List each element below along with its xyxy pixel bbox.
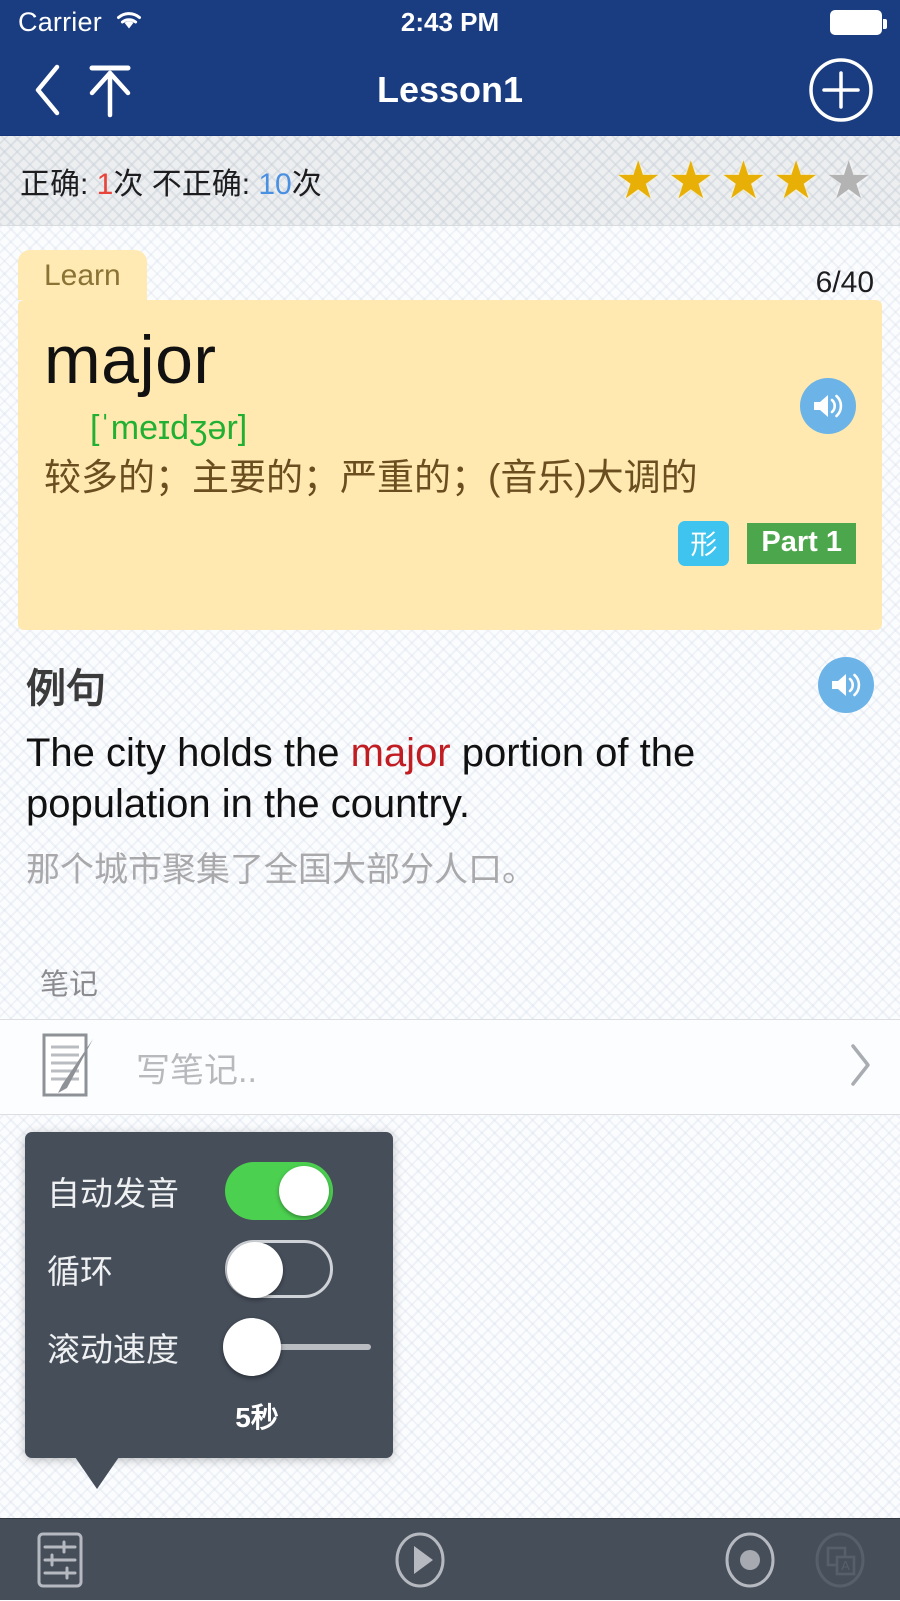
example-sentence-section: 例句 The city holds the major portion of t… — [0, 630, 900, 891]
setting-row-scroll-speed: 滚动速度 — [25, 1308, 393, 1386]
translate-card-icon: A — [815, 1532, 865, 1587]
loop-toggle[interactable] — [225, 1240, 333, 1298]
word-text: major — [44, 322, 217, 398]
back-button[interactable] — [22, 60, 74, 120]
play-circle-icon — [395, 1532, 445, 1587]
badge-group: 形 Part 1 — [44, 521, 856, 567]
example-header: 例句 — [26, 656, 874, 714]
example-speaker-button[interactable] — [818, 657, 874, 713]
card-header: Learn 6/40 — [18, 248, 882, 300]
example-sentence-translation: 那个城市聚集了全国大部分人口。 — [26, 851, 536, 890]
star-1[interactable]: ★ — [615, 155, 662, 207]
chevron-left-icon — [35, 64, 60, 115]
incorrect-unit: 次 — [291, 167, 322, 201]
correct-label: 正确: — [20, 167, 97, 201]
add-button[interactable] — [804, 53, 878, 127]
speaker-icon — [814, 394, 843, 418]
star-2[interactable]: ★ — [668, 155, 715, 207]
example-sentence-english: The city holds the major portion of the … — [26, 728, 874, 830]
word-speaker-button[interactable] — [800, 378, 856, 434]
sentence-part-before: The city holds the — [26, 731, 351, 775]
correct-unit: 次 — [113, 167, 152, 201]
status-bar: Carrier 2:43 PM — [0, 0, 900, 44]
toggle-knob — [279, 1166, 329, 1216]
accuracy-summary: 正确: 1次 不正确: 10次 — [20, 159, 322, 203]
scroll-speed-slider[interactable] — [223, 1318, 371, 1376]
star-3[interactable]: ★ — [720, 155, 767, 207]
play-button[interactable] — [390, 1519, 450, 1601]
example-title: 例句 — [26, 667, 106, 711]
tab-learn[interactable]: Learn — [18, 250, 147, 300]
slider-knob[interactable] — [223, 1318, 281, 1376]
word-card[interactable]: major [ˈmeɪdʒər] 较多的；主要的；严重的；(音乐)大调的 形 P… — [18, 300, 882, 630]
plus-circle-icon — [809, 57, 873, 122]
note-pencil-icon — [38, 1029, 100, 1106]
arrow-up-to-line-icon — [89, 65, 131, 117]
part-badge: Part 1 — [747, 523, 856, 565]
star-5[interactable]: ★ — [825, 155, 872, 207]
settings-button[interactable] — [0, 1519, 120, 1601]
word-card-section: Learn 6/40 major [ˈmeɪdʒər] 较多的；主要的；严重的；… — [0, 226, 900, 630]
part-of-speech-badge: 形 — [678, 521, 730, 567]
sliders-icon — [37, 1532, 83, 1587]
auto-pronounce-toggle[interactable] — [225, 1162, 333, 1220]
correct-count: 1 — [96, 167, 114, 201]
notes-input-row[interactable]: 写笔记.. — [0, 1019, 900, 1116]
loop-label: 循环 — [47, 1253, 113, 1290]
record-button[interactable] — [720, 1519, 780, 1601]
sentence-highlight-word: major — [350, 731, 451, 775]
notes-section-label: 笔记 — [40, 969, 99, 1002]
chevron-right-icon — [848, 1041, 874, 1094]
scroll-speed-value: 5秒 — [235, 1402, 279, 1433]
settings-popover: 自动发音 循环 滚动速度 5秒 — [25, 1132, 393, 1489]
star-4[interactable]: ★ — [773, 155, 820, 207]
definition-text: 较多的；主要的；严重的；(音乐)大调的 — [44, 457, 698, 498]
flip-card-button[interactable]: A — [780, 1519, 900, 1601]
scroll-to-top-button[interactable] — [74, 60, 146, 120]
toggle-knob — [227, 1242, 283, 1298]
navigation-bar: Lesson1 — [0, 44, 900, 136]
setting-row-auto-pronounce: 自动发音 — [25, 1152, 393, 1230]
wifi-icon — [114, 8, 144, 37]
phonetic-text: [ˈmeɪdʒər] — [90, 409, 248, 447]
record-circle-icon — [725, 1532, 775, 1587]
bottom-toolbar: A — [0, 1518, 900, 1600]
notes-placeholder: 写笔记.. — [136, 1051, 257, 1090]
incorrect-count: 10 — [258, 167, 292, 201]
svg-text:A: A — [841, 1558, 850, 1573]
stats-bar: 正确: 1次 不正确: 10次 ★ ★ ★ ★ ★ — [0, 136, 900, 226]
speaker-icon — [832, 673, 861, 697]
carrier-label: Carrier — [18, 6, 102, 37]
star-rating[interactable]: ★ ★ ★ ★ ★ — [615, 155, 880, 207]
incorrect-label: 不正确: — [151, 167, 259, 201]
scroll-speed-label: 滚动速度 — [47, 1331, 179, 1368]
card-counter: 6/40 — [815, 266, 874, 299]
battery-full-icon — [830, 9, 887, 35]
auto-pronounce-label: 自动发音 — [47, 1175, 179, 1212]
setting-row-loop: 循环 — [25, 1230, 393, 1308]
